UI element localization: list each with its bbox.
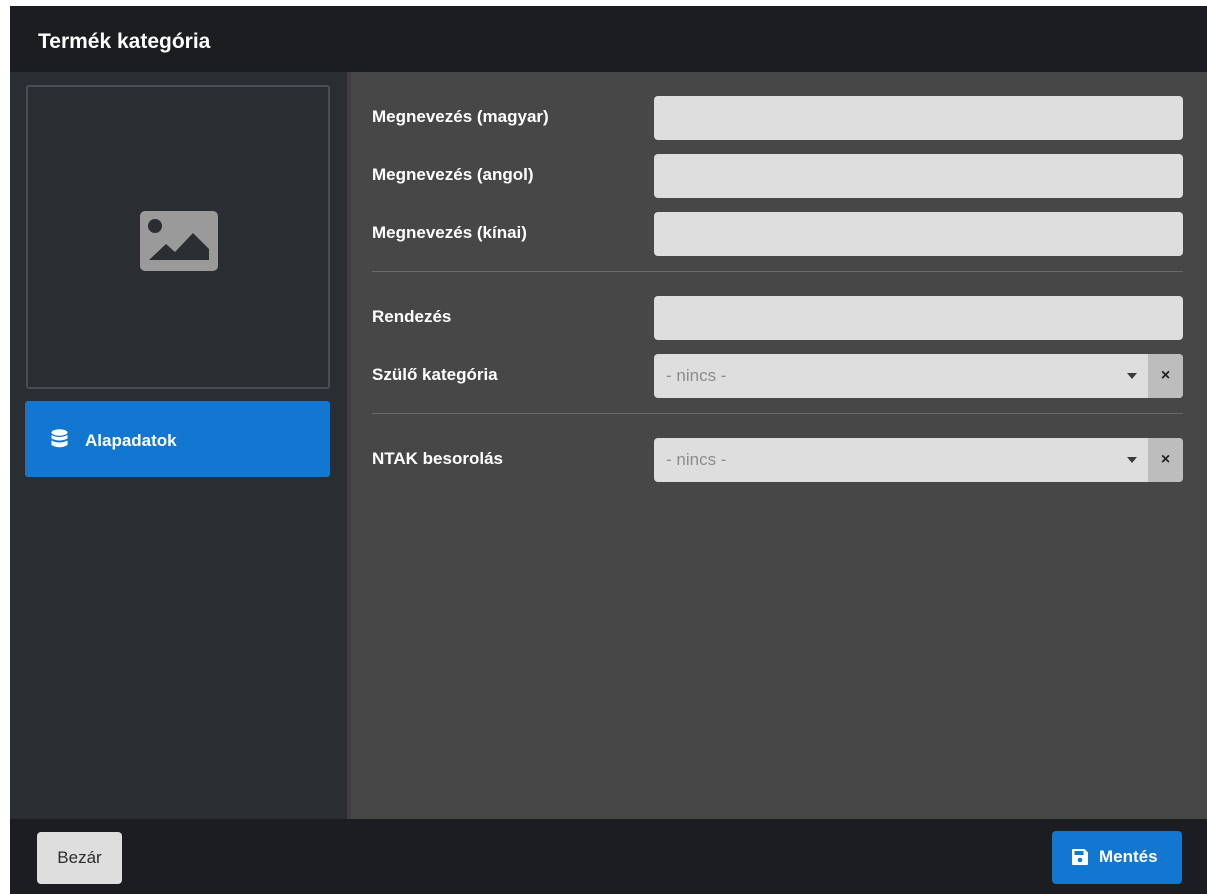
divider bbox=[372, 271, 1183, 272]
sort-order-input[interactable] bbox=[654, 296, 1183, 340]
image-icon bbox=[140, 211, 218, 271]
name-english-label: Megnevezés (angol) bbox=[372, 165, 534, 184]
parent-category-value: - nincs - bbox=[666, 366, 727, 385]
category-image-placeholder[interactable] bbox=[26, 85, 330, 389]
divider bbox=[372, 413, 1183, 414]
dialog-footer: Bezár Mentés bbox=[10, 819, 1207, 894]
chevron-down-icon[interactable] bbox=[1127, 457, 1137, 463]
chevron-down-icon[interactable] bbox=[1127, 373, 1137, 379]
product-category-dialog: Termék kategória Alapadatok Megnevezés (… bbox=[10, 6, 1207, 894]
parent-category-label: Szülő kategória bbox=[372, 365, 498, 384]
name-chinese-label: Megnevezés (kínai) bbox=[372, 223, 527, 242]
dialog-title: Termék kategória bbox=[38, 30, 211, 53]
name-hungarian-label: Megnevezés (magyar) bbox=[372, 107, 549, 126]
name-hungarian-input[interactable] bbox=[654, 96, 1183, 140]
main-form-panel: Megnevezés (magyar) Megnevezés (angol) M… bbox=[347, 72, 1207, 819]
ntak-label: NTAK besorolás bbox=[372, 449, 503, 468]
close-button[interactable]: Bezár bbox=[37, 832, 122, 884]
sort-order-label: Rendezés bbox=[372, 307, 452, 326]
save-button[interactable]: Mentés bbox=[1052, 831, 1182, 884]
ntak-select[interactable]: - nincs - × bbox=[654, 438, 1183, 482]
ntak-value: - nincs - bbox=[666, 450, 727, 469]
database-icon bbox=[51, 429, 68, 448]
name-english-input[interactable] bbox=[654, 154, 1183, 198]
sidebar: Alapadatok bbox=[10, 72, 347, 819]
ntak-clear-button[interactable]: × bbox=[1148, 438, 1183, 482]
sidebar-item-alapadatok[interactable]: Alapadatok bbox=[25, 401, 330, 477]
save-button-label: Mentés bbox=[1099, 847, 1158, 866]
dialog-header: Termék kategória bbox=[10, 6, 1207, 72]
name-chinese-input[interactable] bbox=[654, 212, 1183, 256]
sidebar-item-label: Alapadatok bbox=[85, 431, 177, 450]
floppy-disk-icon bbox=[1072, 849, 1088, 865]
panel-edge bbox=[347, 72, 351, 819]
parent-category-clear-button[interactable]: × bbox=[1148, 354, 1183, 398]
parent-category-select[interactable]: - nincs - × bbox=[654, 354, 1183, 398]
